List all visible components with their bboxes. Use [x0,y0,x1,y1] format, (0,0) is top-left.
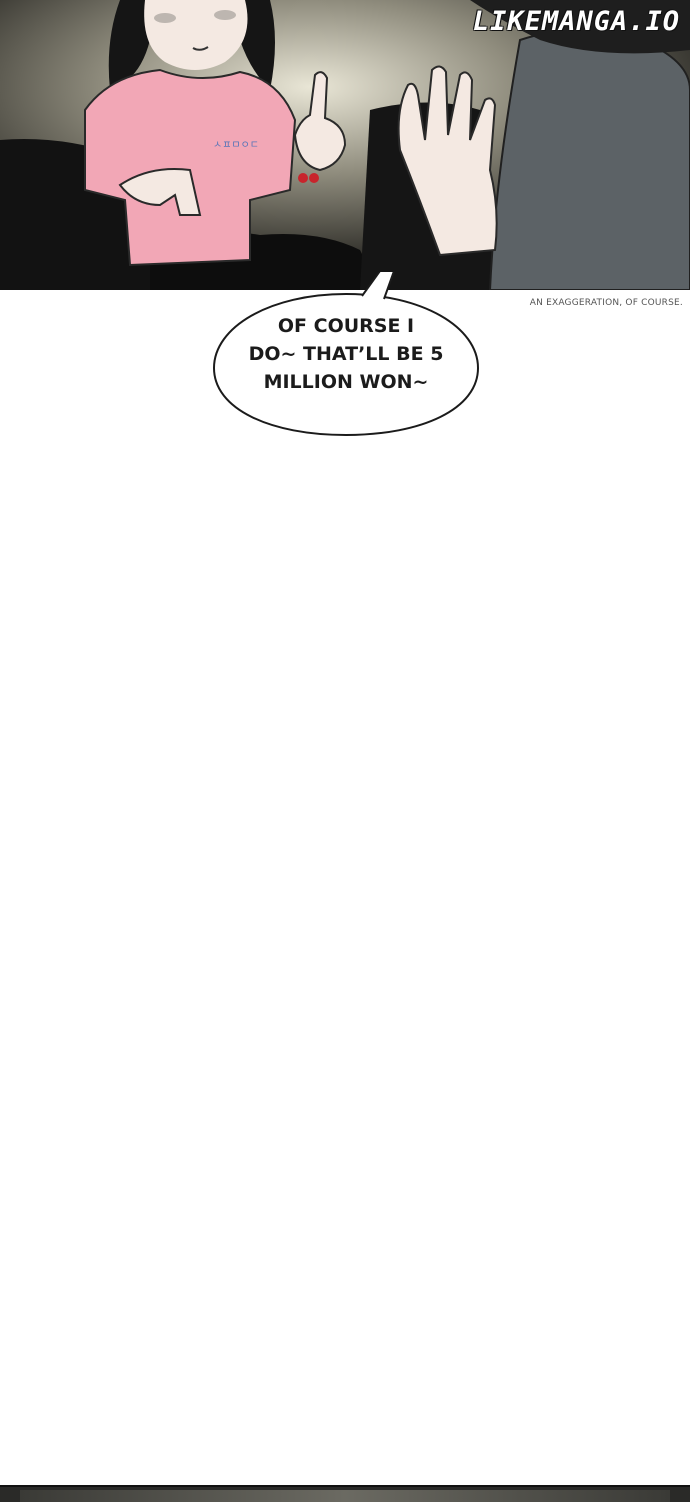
speech-line: DO~ THAT’LL BE 5 [248,343,444,365]
panel-illustration: ㅅㅍㅁㅇㄷ [0,0,690,290]
comic-panel-bottom-edge [0,1485,690,1502]
watermark-text: LIKEMANGA.IO [472,5,680,37]
comic-panel-top: ㅅㅍㅁㅇㄷ LIKEMANGA.IO [0,0,690,290]
speech-bubble: OF COURSE I DO~ THAT’LL BE 5 MILLION WON… [212,272,480,438]
speech-line: MILLION WON~ [263,371,429,393]
speech-bubble-text: OF COURSE I DO~ THAT’LL BE 5 MILLION WON… [212,312,480,396]
shirt-print: ㅅㅍㅁㅇㄷ [213,140,259,151]
man-jacket [488,29,690,290]
speech-line: OF COURSE I [277,315,415,337]
panel-bottom-strip [20,1490,670,1502]
caption-text: AN EXAGGERATION, OF COURSE. [529,298,683,308]
